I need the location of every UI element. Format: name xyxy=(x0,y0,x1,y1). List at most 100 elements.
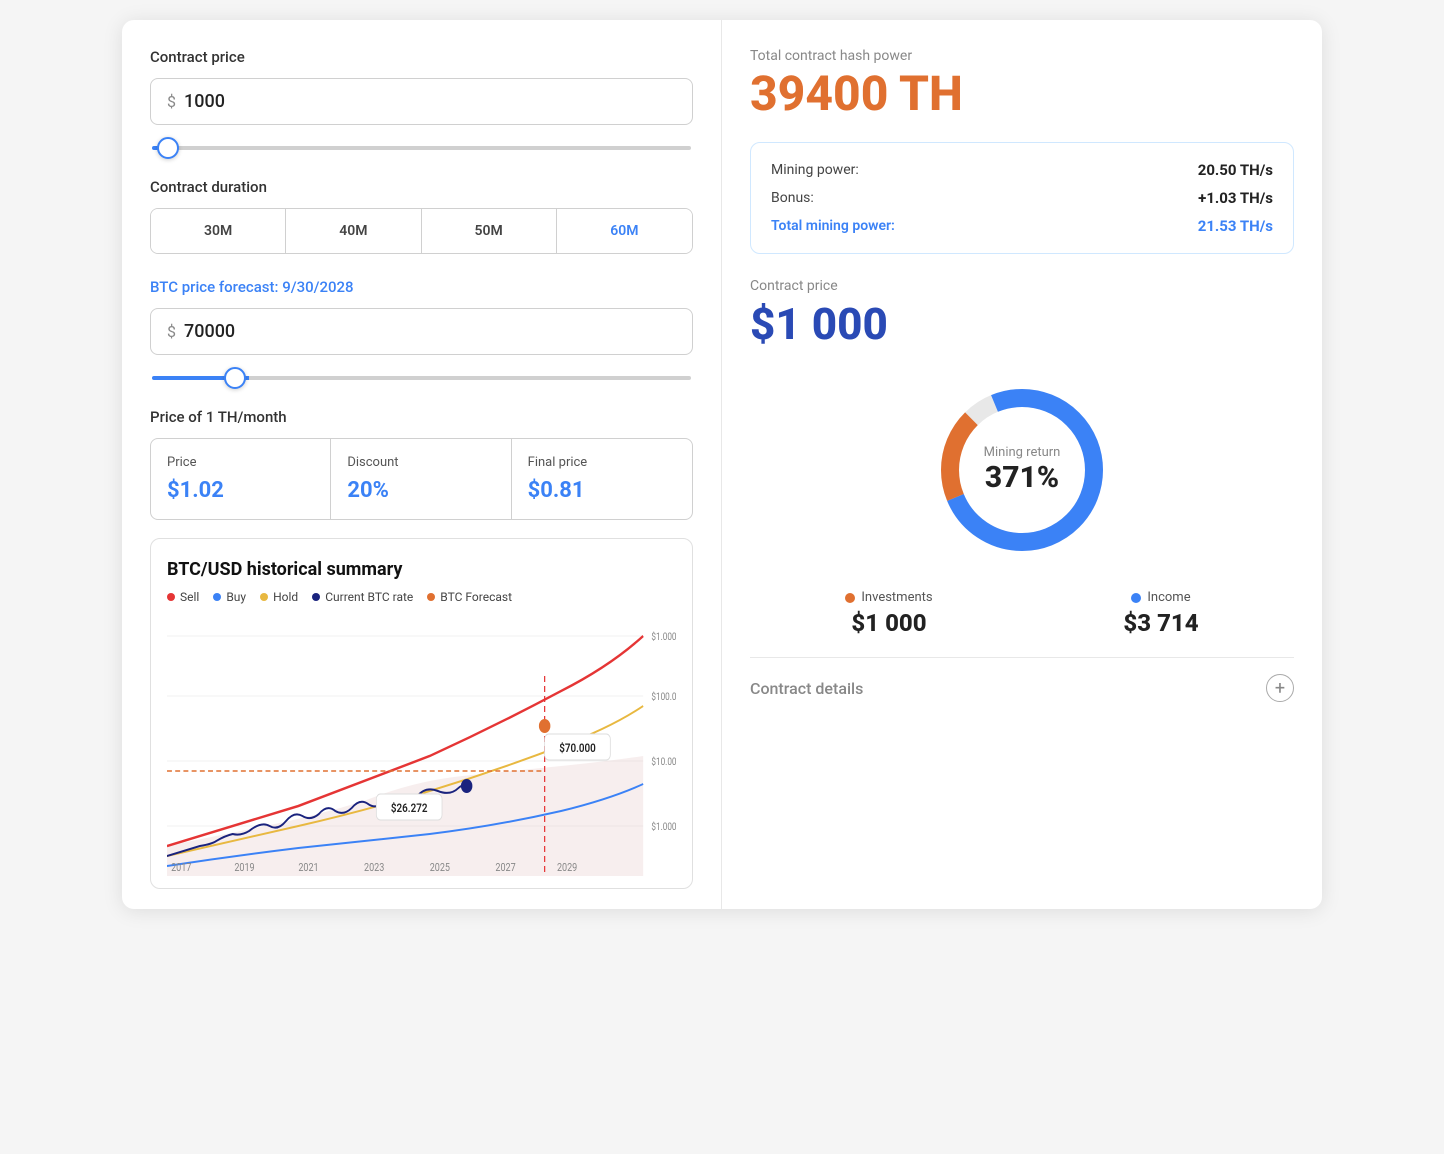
investments-label-row: Investments xyxy=(845,590,932,605)
investments-amount: $1 000 xyxy=(851,609,926,637)
contract-price-input-box: $ 1000 xyxy=(150,78,693,125)
svg-text:2019: 2019 xyxy=(234,862,254,874)
bonus-value: +1.03 TH/s xyxy=(1198,189,1273,207)
price-th-label: Price of 1 TH/month xyxy=(150,408,693,426)
price-cell-value: $1.02 xyxy=(167,478,314,503)
contract-details-expand-button[interactable]: + xyxy=(1266,674,1294,702)
buy-dot xyxy=(213,593,221,601)
legend-hold: Hold xyxy=(260,590,298,604)
hash-power-section: Total contract hash power 39400 TH xyxy=(750,48,1294,118)
discount-cell: Discount 20% xyxy=(331,439,511,519)
btc-price-slider[interactable] xyxy=(152,376,691,380)
svg-text:2029: 2029 xyxy=(557,862,577,874)
svg-text:2027: 2027 xyxy=(495,862,516,874)
chart-legend: Sell Buy Hold Current BTC rate BTC Forec… xyxy=(167,590,676,604)
svg-text:$1.000: $1.000 xyxy=(651,821,676,833)
svg-text:2023: 2023 xyxy=(364,862,384,874)
contract-details-label: Contract details xyxy=(750,679,863,698)
contract-price-display: 1000 xyxy=(184,91,225,112)
total-mining-value: 21.53 TH/s xyxy=(1198,217,1273,235)
duration-tab-40m[interactable]: 40M xyxy=(286,209,421,253)
price-th-grid: Price $1.02 Discount 20% Final price $0.… xyxy=(150,438,693,520)
chart-title: BTC/USD historical summary xyxy=(167,559,676,580)
donut-center-text: Mining return 371% xyxy=(984,445,1061,495)
bonus-row: Bonus: +1.03 TH/s xyxy=(771,189,1273,207)
svg-text:$70.000: $70.000 xyxy=(559,741,596,755)
btc-forecast-label: BTC price forecast: 9/30/2028 xyxy=(150,278,693,296)
contract-price-section: Contract price $1 000 xyxy=(750,278,1294,350)
btc-price-slider-container[interactable] xyxy=(150,365,693,384)
chart-svg: $26.272 $70.000 $1.000.000 $100.000 $10.… xyxy=(167,616,676,876)
chart-wrapper: $26.272 $70.000 $1.000.000 $100.000 $10.… xyxy=(167,616,676,876)
sell-label: Sell xyxy=(180,590,199,604)
dollar-symbol-1: $ xyxy=(167,92,176,111)
donut-container: Mining return 371% xyxy=(750,370,1294,570)
svg-text:$26.272: $26.272 xyxy=(391,801,428,815)
hold-dot xyxy=(260,593,268,601)
income-amount: $3 714 xyxy=(1123,609,1198,637)
duration-tab-60m[interactable]: 60M xyxy=(557,209,692,253)
contract-price-slider-container[interactable] xyxy=(150,135,693,154)
investments-row: Investments $1 000 Income $3 714 xyxy=(750,590,1294,637)
contract-price-slider[interactable] xyxy=(152,146,691,150)
svg-text:2017: 2017 xyxy=(171,862,192,874)
investments-label: Investments xyxy=(861,590,932,605)
contract-duration-label: Contract duration xyxy=(150,178,693,196)
contract-details-row[interactable]: Contract details + xyxy=(750,657,1294,702)
contract-price-right-label: Contract price xyxy=(750,278,1294,294)
mining-power-row: Mining power: 20.50 TH/s xyxy=(771,161,1273,179)
contract-price-label: Contract price xyxy=(150,48,693,66)
chart-section: BTC/USD historical summary Sell Buy Hold… xyxy=(150,538,693,889)
sell-dot xyxy=(167,593,175,601)
mining-power-label: Mining power: xyxy=(771,162,859,178)
final-price-label: Final price xyxy=(528,455,676,470)
mining-return-label: Mining return xyxy=(984,445,1061,460)
total-mining-label: Total mining power: xyxy=(771,218,895,234)
duration-tabs: 30M 40M 50M 60M xyxy=(150,208,693,254)
dollar-symbol-2: $ xyxy=(167,322,176,341)
income-dot xyxy=(1131,593,1141,603)
discount-cell-label: Discount xyxy=(347,455,494,470)
current-btc-label: Current BTC rate xyxy=(325,590,413,604)
contract-price-right-value: $1 000 xyxy=(750,298,1294,350)
price-cell-label: Price xyxy=(167,455,314,470)
total-mining-row: Total mining power: 21.53 TH/s xyxy=(771,217,1273,235)
legend-buy: Buy xyxy=(213,590,246,604)
mining-power-value: 20.50 TH/s xyxy=(1198,161,1273,179)
discount-cell-value: 20% xyxy=(347,478,494,503)
right-panel: Total contract hash power 39400 TH Minin… xyxy=(722,20,1322,909)
price-cell: Price $1.02 xyxy=(151,439,331,519)
investments-dot xyxy=(845,593,855,603)
income-item: Income $3 714 xyxy=(1123,590,1198,637)
duration-tab-30m[interactable]: 30M xyxy=(151,209,286,253)
current-btc-dot xyxy=(312,593,320,601)
legend-btc-forecast: BTC Forecast xyxy=(427,590,512,604)
hold-label: Hold xyxy=(273,590,298,604)
forecast-btc-circle xyxy=(539,719,550,733)
svg-text:2025: 2025 xyxy=(430,862,451,874)
current-btc-circle xyxy=(461,779,472,793)
mining-power-box: Mining power: 20.50 TH/s Bonus: +1.03 TH… xyxy=(750,142,1294,254)
svg-text:$10.000: $10.000 xyxy=(651,756,676,768)
hash-power-label: Total contract hash power xyxy=(750,48,1294,64)
final-price-cell: Final price $0.81 xyxy=(512,439,692,519)
donut-svg-wrapper: Mining return 371% xyxy=(922,370,1122,570)
btc-forecast-date: 9/30/2028 xyxy=(282,278,353,296)
left-panel: Contract price $ 1000 Contract duration … xyxy=(122,20,722,909)
btc-forecast-dot xyxy=(427,593,435,601)
btc-price-display: 70000 xyxy=(184,321,235,342)
buy-label: Buy xyxy=(226,590,246,604)
mining-return-value: 371% xyxy=(984,460,1061,495)
btc-forecast-legend-label: BTC Forecast xyxy=(440,590,512,604)
svg-text:2021: 2021 xyxy=(298,862,318,874)
investments-item: Investments $1 000 xyxy=(845,590,932,637)
duration-tab-50m[interactable]: 50M xyxy=(422,209,557,253)
legend-current-btc: Current BTC rate xyxy=(312,590,413,604)
svg-text:$1.000.000: $1.000.000 xyxy=(651,631,676,643)
bonus-label: Bonus: xyxy=(771,190,814,206)
price-th-section: Price of 1 TH/month Price $1.02 Discount… xyxy=(150,408,693,520)
hash-power-value: 39400 TH xyxy=(750,70,1294,118)
legend-sell: Sell xyxy=(167,590,199,604)
btc-price-input-box: $ 70000 xyxy=(150,308,693,355)
income-label-row: Income xyxy=(1131,590,1190,605)
